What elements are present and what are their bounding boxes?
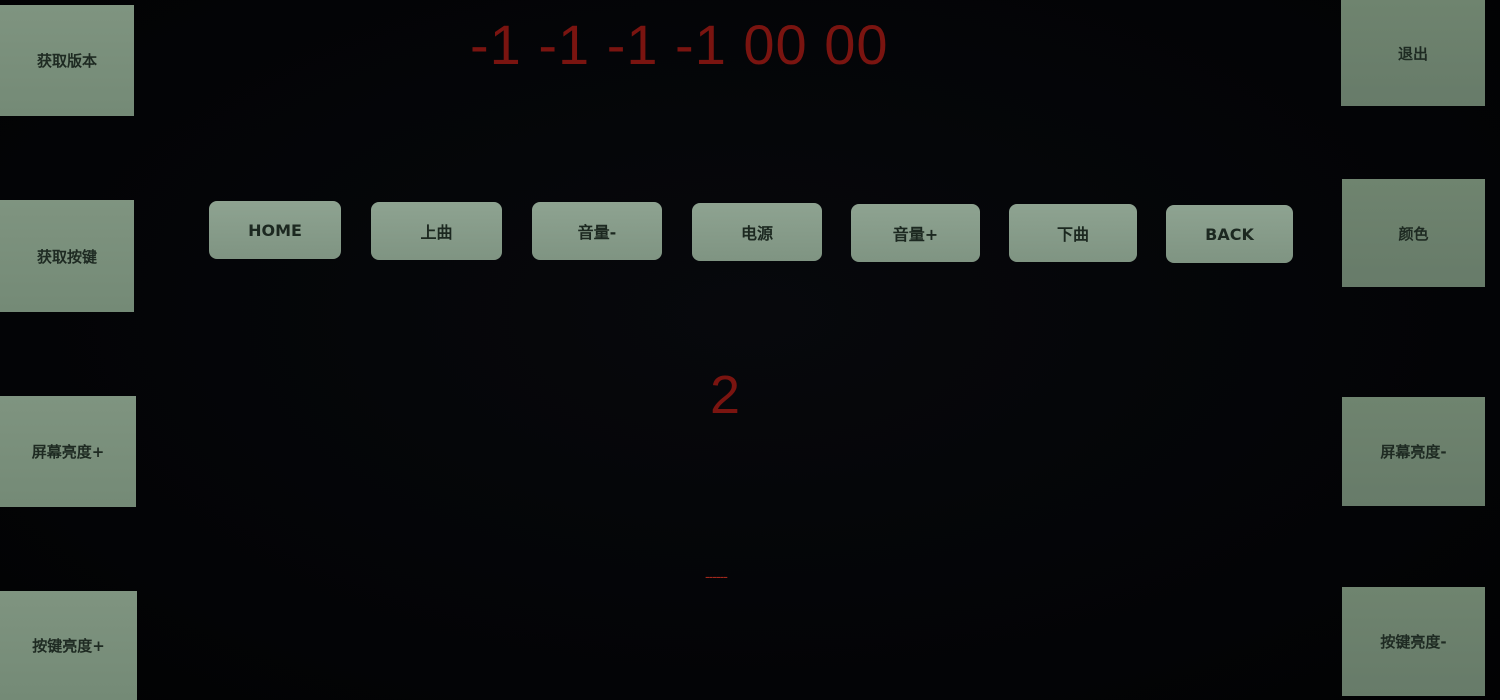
- key-brightness-down-button[interactable]: 按键亮度-: [1342, 587, 1485, 696]
- time-display: -1 -1 -1 -1 00 00: [470, 13, 889, 76]
- dash-indicator: ------: [705, 572, 728, 580]
- exit-button[interactable]: 退出: [1341, 0, 1485, 106]
- power-key-button[interactable]: 电源: [692, 203, 822, 261]
- color-button[interactable]: 颜色: [1342, 179, 1485, 287]
- get-key-button[interactable]: 获取按键: [0, 200, 134, 312]
- get-version-button[interactable]: 获取版本: [0, 5, 134, 116]
- back-key-button[interactable]: BACK: [1166, 205, 1293, 263]
- key-brightness-up-button[interactable]: 按键亮度+: [0, 591, 137, 700]
- next-track-key-button[interactable]: 下曲: [1009, 204, 1137, 262]
- key-test-screen: -1 -1 -1 -1 00 00 获取版本 获取按键 屏幕亮度+ 按键亮度+ …: [0, 0, 1500, 700]
- volume-up-key-button[interactable]: 音量+: [851, 204, 980, 262]
- home-key-button[interactable]: HOME: [209, 201, 341, 259]
- prev-track-key-button[interactable]: 上曲: [371, 202, 502, 260]
- screen-brightness-up-button[interactable]: 屏幕亮度+: [0, 396, 136, 507]
- key-code-readout: 2: [709, 365, 741, 425]
- screen-brightness-down-button[interactable]: 屏幕亮度-: [1342, 397, 1485, 506]
- volume-down-key-button[interactable]: 音量-: [532, 202, 662, 260]
